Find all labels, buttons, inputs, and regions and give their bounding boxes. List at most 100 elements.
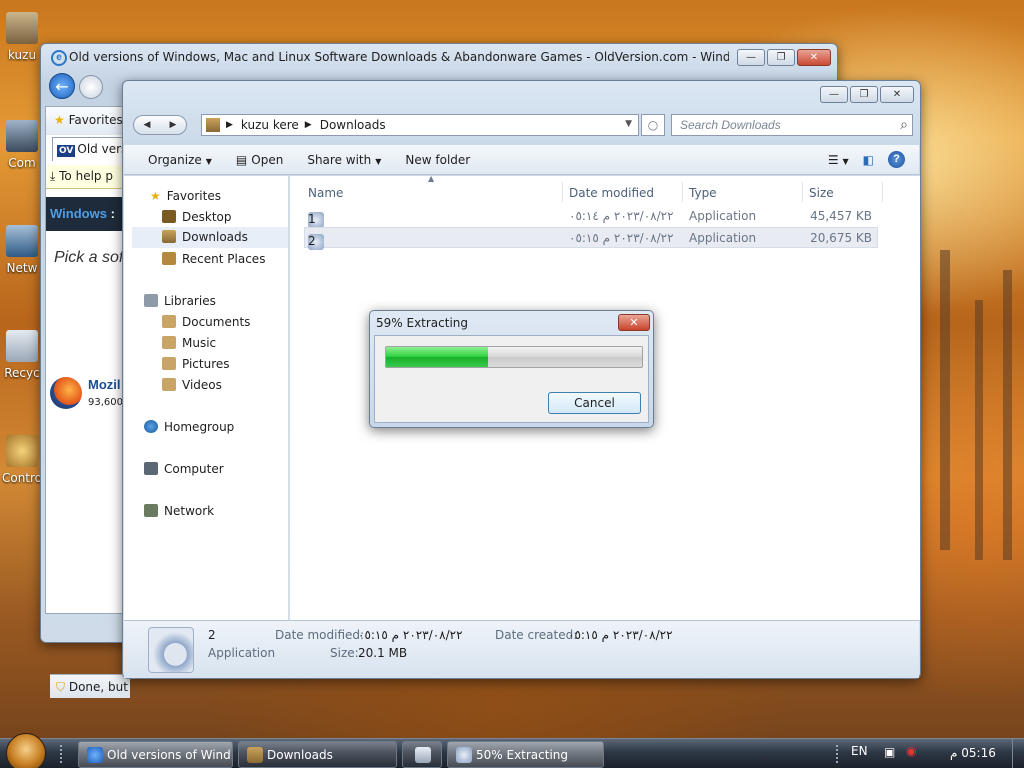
browser-tab[interactable]: OV Old versi (52, 137, 126, 161)
download-icon: ⤓ (50, 169, 56, 183)
site-favicon: OV (57, 145, 76, 157)
maximize-button[interactable]: ❐ (767, 49, 795, 66)
volume-tray-icon[interactable]: ◉ (906, 744, 916, 758)
nav-desktop[interactable]: Desktop (162, 210, 232, 224)
taskbar-button-media[interactable] (402, 741, 442, 768)
start-button[interactable] (6, 733, 46, 768)
show-desktop-button[interactable] (1012, 739, 1024, 768)
nav-libraries[interactable]: Libraries (144, 294, 216, 308)
tree-trunk (1003, 270, 1012, 560)
nav-homegroup[interactable]: Homegroup (144, 420, 234, 434)
back-button[interactable]: ← (49, 73, 75, 99)
language-indicator[interactable]: EN (851, 744, 868, 758)
application-large-icon (148, 627, 194, 673)
column-divider[interactable] (562, 182, 563, 202)
chevron-down-icon[interactable]: ▼ (625, 119, 632, 129)
file-row[interactable]: 1 ٢٠٢٣/٠٨/٢٢ م ٠٥:١٤ Application 45,457 … (304, 206, 878, 228)
change-view-button[interactable]: ☰ ▼ (828, 153, 849, 167)
nav-favorites[interactable]: ★ Favorites (150, 189, 221, 203)
share-with-button[interactable]: Share with ▼ (295, 153, 393, 167)
desktop-icon-recycle-bin[interactable]: Recyc (0, 330, 44, 380)
help-icon[interactable]: ? (888, 151, 905, 168)
desktop-icon-computer[interactable]: Com (0, 120, 44, 170)
ie-caption-buttons: — ❐ ✕ (737, 49, 831, 66)
taskbar-grip (60, 745, 66, 763)
taskbar-button-ie[interactable]: Old versions of Wind... (78, 741, 233, 768)
navigation-pane: ★ Favorites Desktop Downloads Recent Plac… (124, 176, 289, 620)
minimize-button[interactable]: — (737, 49, 765, 66)
tree-trunk (975, 300, 983, 560)
minimize-button[interactable]: — (820, 86, 848, 103)
details-date-created-label: Date created: (495, 628, 578, 642)
archive-icon (456, 747, 472, 763)
address-bar[interactable]: ▶ kuzu kere ▶ Downloads ▼ (201, 114, 639, 136)
clock[interactable]: 05:16 م (950, 746, 996, 760)
taskbar: Old versions of Wind... Downloads 50% Ex… (0, 733, 1024, 768)
nav-recent-places[interactable]: Recent Places (162, 252, 265, 266)
nav-downloads[interactable]: Downloads (132, 227, 288, 248)
refresh-icon: ○ (647, 118, 659, 132)
network-tray-icon[interactable]: ▣ (884, 745, 895, 759)
ie-window-title: Old versions of Windows, Mac and Linux S… (69, 50, 729, 64)
music-icon (162, 336, 176, 349)
downloads-icon (162, 230, 176, 243)
homegroup-icon (144, 420, 158, 433)
close-icon: ✕ (629, 316, 639, 329)
close-button[interactable]: ✕ (880, 86, 914, 103)
breadcrumb-separator-icon: ▶ (226, 120, 233, 130)
details-date-modified: ٢٠٢٣/٠٨/٢٢ م ٠٥:١٥ (358, 628, 463, 642)
search-icon[interactable]: ⌕ (900, 116, 908, 133)
forward-arrow-icon[interactable]: ▶ (170, 120, 177, 130)
file-type: Application (689, 231, 757, 245)
firefox-link[interactable]: Mozil (88, 377, 121, 392)
column-header-date-modified[interactable]: Date modified (569, 186, 654, 200)
desktop-icon (162, 210, 176, 223)
search-input[interactable]: Search Downloads ⌕ (671, 114, 913, 136)
column-header-type[interactable]: Type (689, 186, 717, 200)
nav-computer[interactable]: Computer (144, 462, 224, 476)
ie-content: ★ Favorites OV Old versi ⤓ To help p Wind… (45, 106, 130, 698)
firefox-icon[interactable] (50, 377, 82, 409)
column-divider[interactable] (802, 182, 803, 202)
star-icon: ★ (150, 189, 161, 203)
desktop-icon-user[interactable]: kuzu (0, 12, 44, 62)
preview-pane-icon[interactable]: ◧ (863, 153, 874, 167)
breadcrumb-downloads[interactable]: Downloads (320, 118, 386, 132)
recycle-bin-icon (6, 330, 38, 362)
nav-videos[interactable]: Videos (162, 378, 222, 392)
breadcrumb-kuzu-kere[interactable]: kuzu kere (241, 118, 299, 132)
organize-button[interactable]: Organize ▼ (124, 153, 224, 167)
nav-network[interactable]: Network (144, 504, 214, 518)
back-arrow-icon[interactable]: ◀ (144, 120, 151, 130)
dialog-close-button[interactable]: ✕ (618, 314, 650, 331)
maximize-button[interactable]: ❐ (850, 86, 878, 103)
new-folder-button[interactable]: New folder (393, 153, 482, 167)
taskbar-button-extracting[interactable]: 50% Extracting (447, 741, 604, 768)
info-bar[interactable]: ⤓ To help p (46, 165, 126, 189)
forward-button[interactable] (79, 75, 103, 99)
back-forward-buttons[interactable]: ◀ ▶ (133, 115, 187, 135)
file-row-selected[interactable]: 2 ٢٠٢٣/٠٨/٢٢ م ٠٥:١٥ Application 20,675 … (304, 227, 878, 250)
cancel-button[interactable]: Cancel (548, 392, 641, 414)
extract-dialog[interactable]: 59% Extracting ✕ Cancel (369, 310, 654, 428)
refresh-button[interactable]: ○ (641, 114, 665, 136)
chevron-down-icon: ▼ (205, 156, 212, 166)
nav-documents[interactable]: Documents (162, 315, 250, 329)
network-icon (144, 504, 158, 517)
nav-music[interactable]: Music (162, 336, 216, 350)
nav-pictures[interactable]: Pictures (162, 357, 230, 371)
column-header-size[interactable]: Size (809, 186, 834, 200)
taskbar-button-downloads[interactable]: Downloads (238, 741, 397, 768)
ie-icon: e (51, 50, 67, 66)
close-button[interactable]: ✕ (797, 49, 831, 66)
open-button[interactable]: ▤ Open (224, 153, 295, 167)
desktop-icon-control-panel[interactable]: Contro (0, 435, 44, 485)
tray-grip (836, 745, 842, 763)
recent-places-icon (162, 252, 176, 265)
column-header-name[interactable]: Name (308, 186, 343, 200)
desktop-icon-network[interactable]: Netw (0, 225, 44, 275)
column-divider[interactable] (882, 182, 883, 202)
favorites-button[interactable]: ★ Favorites (46, 107, 126, 135)
progress-bar (385, 346, 643, 368)
column-divider[interactable] (682, 182, 683, 202)
